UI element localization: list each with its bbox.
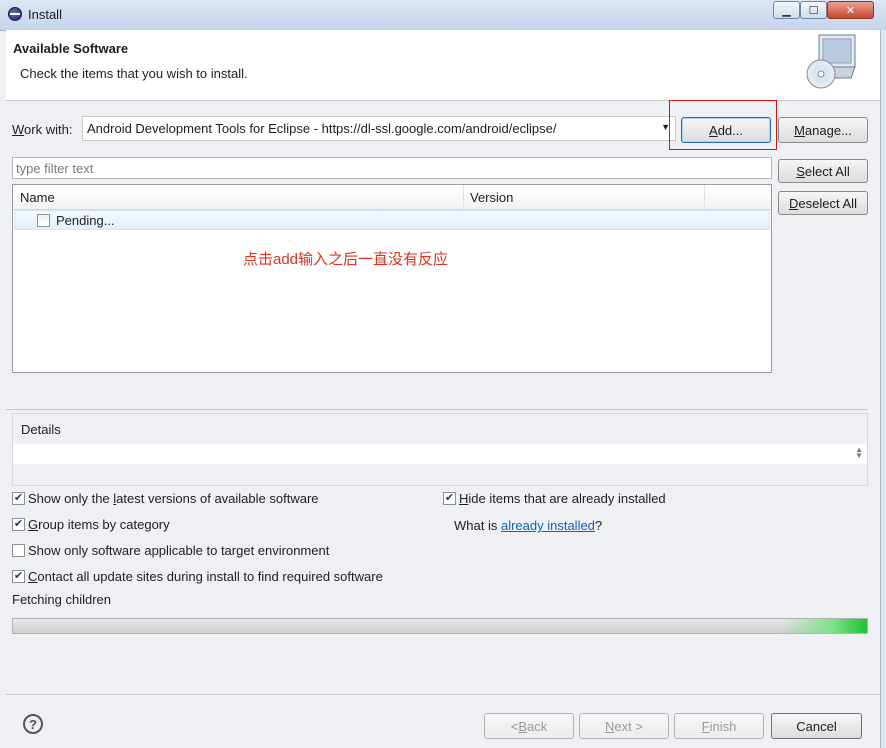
scroll-arrows-icon[interactable]: ▲ ▼ (855, 446, 863, 460)
work-with-combo[interactable]: Android Development Tools for Eclipse - … (82, 116, 676, 141)
details-text-area[interactable] (13, 444, 867, 464)
progress-fill (13, 619, 867, 633)
target-environment-checkbox[interactable]: Show only software applicable to target … (12, 543, 329, 558)
status-text: Fetching children (12, 592, 111, 607)
checkbox-checked-icon[interactable]: ✔ (12, 570, 25, 583)
page-description: Check the items that you wish to install… (20, 66, 248, 81)
sash-divider[interactable] (6, 409, 868, 410)
page-title: Available Software (13, 41, 129, 56)
filter-input[interactable] (12, 157, 772, 179)
checkbox-checked-icon[interactable]: ✔ (12, 492, 25, 505)
eclipse-icon (8, 7, 22, 21)
title-bar: Install ▁ ☐ ✕ (0, 0, 886, 31)
what-is-installed-text: What is already installed? (454, 518, 603, 533)
table-row[interactable]: Pending... (14, 210, 770, 230)
column-header-name[interactable]: Name (20, 190, 55, 205)
checkbox-checked-icon[interactable]: ✔ (443, 492, 456, 505)
table-header: Name Version (13, 185, 771, 210)
contact-update-sites-checkbox[interactable]: ✔ Contact all update sites during install… (12, 569, 383, 584)
checkbox-checked-icon[interactable]: ✔ (12, 518, 25, 531)
show-latest-checkbox[interactable]: ✔ Show only the latest versions of availa… (12, 491, 319, 506)
finish-button[interactable]: Finish (674, 713, 764, 739)
monitor-cd-icon (806, 34, 856, 89)
work-with-label: Work with: (12, 122, 73, 137)
wizard-header: Available Software Check the items that … (6, 30, 880, 101)
annotation-text: 点击add输入之后一直没有反应 (243, 251, 449, 268)
software-table[interactable]: Name Version Pending... 点击add输入之后一直没有反应 (12, 184, 772, 373)
annotation-highlight-box (669, 100, 777, 150)
hide-installed-checkbox[interactable]: ✔ Hide items that are already installed (443, 491, 666, 506)
group-by-category-checkbox[interactable]: ✔ Group items by category (12, 517, 170, 532)
column-divider[interactable] (463, 185, 464, 209)
column-divider[interactable] (704, 185, 705, 209)
details-group: Details ▲ ▼ (12, 413, 868, 486)
column-header-version[interactable]: Version (470, 190, 513, 205)
window-title: Install (28, 7, 62, 22)
next-button[interactable]: Next > (579, 713, 669, 739)
minimize-button[interactable]: ▁ (773, 1, 800, 19)
already-installed-link[interactable]: already installed (501, 518, 595, 533)
select-all-button[interactable]: Select All (778, 159, 868, 183)
checkbox-unchecked-icon[interactable] (12, 544, 25, 557)
deselect-all-button[interactable]: Deselect All (778, 191, 868, 215)
footer-divider (6, 694, 880, 695)
back-button[interactable]: < Back (484, 713, 574, 739)
help-icon[interactable]: ? (23, 714, 43, 734)
details-label: Details (21, 422, 61, 437)
work-with-value: Android Development Tools for Eclipse - … (87, 121, 557, 136)
window-edge (880, 30, 886, 748)
manage-button[interactable]: Manage... (778, 117, 868, 143)
close-button[interactable]: ✕ (827, 1, 874, 19)
maximize-button[interactable]: ☐ (800, 1, 827, 19)
progress-bar (12, 618, 868, 634)
cancel-button[interactable]: Cancel (771, 713, 862, 739)
row-checkbox[interactable] (37, 214, 50, 227)
row-name: Pending... (56, 213, 115, 228)
